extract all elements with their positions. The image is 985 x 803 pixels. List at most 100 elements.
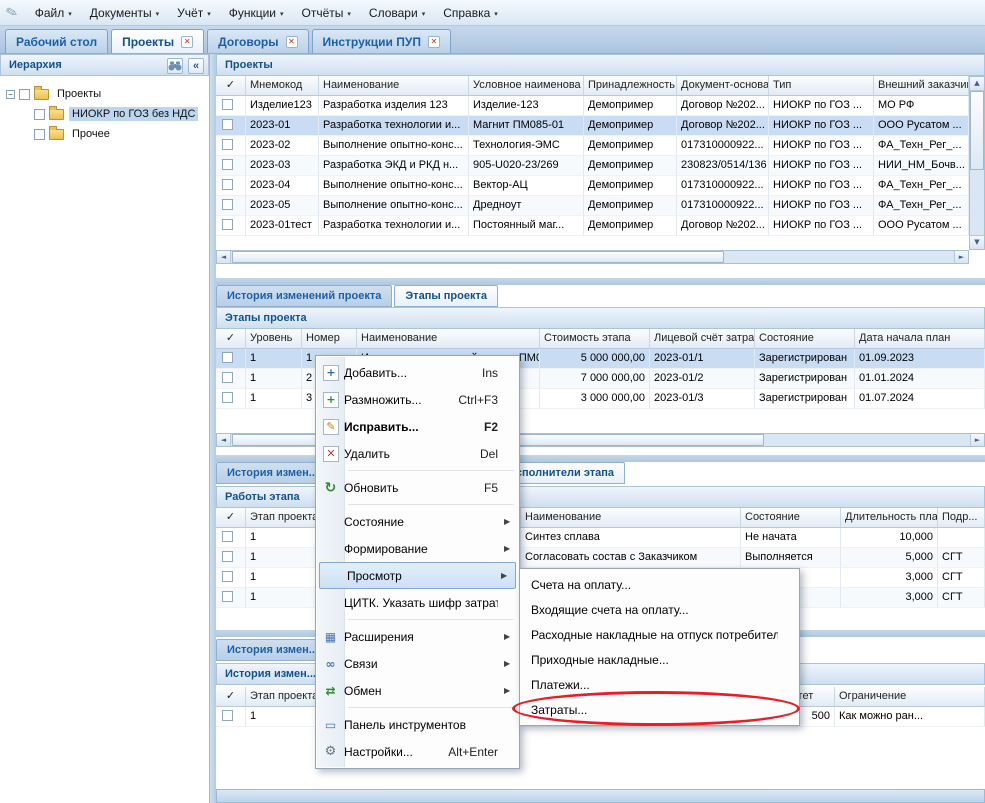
tree-node-label[interactable]: Прочее bbox=[69, 127, 113, 141]
table-cell[interactable]: 905-U020-23/269 bbox=[469, 156, 584, 176]
row-checkbox[interactable] bbox=[222, 531, 233, 542]
table-cell[interactable]: 5,000 bbox=[841, 548, 938, 568]
table-cell[interactable]: Как можно ран... bbox=[835, 707, 985, 727]
column-header[interactable]: Ограничение bbox=[835, 687, 985, 707]
row-checkbox[interactable] bbox=[222, 199, 233, 210]
column-header[interactable]: Внешний заказчик bbox=[874, 76, 969, 96]
table-cell[interactable]: 2023-01/3 bbox=[650, 389, 755, 409]
scroll-up-arrow[interactable]: ▲ bbox=[970, 77, 984, 91]
menu-item-edit[interactable]: ✎Исправить...F2 bbox=[317, 413, 518, 440]
table-cell[interactable]: Разработка изделия 123 bbox=[319, 96, 469, 116]
table-cell[interactable] bbox=[216, 156, 246, 176]
table-row[interactable]: 2023-04Выполнение опытно-конс...Вектор-А… bbox=[216, 176, 969, 196]
table-cell[interactable]: Демопример bbox=[584, 136, 677, 156]
table-cell[interactable]: Зарегистрирован bbox=[755, 369, 855, 389]
row-checkbox[interactable] bbox=[222, 591, 233, 602]
table-cell[interactable]: 230823/0514/136 bbox=[677, 156, 769, 176]
table-cell[interactable]: 2023-05 bbox=[246, 196, 319, 216]
column-header[interactable]: Документ-основан bbox=[677, 76, 769, 96]
column-header[interactable]: Номер bbox=[302, 329, 357, 349]
table-row[interactable]: 2023-02Выполнение опытно-конс...Технолог… bbox=[216, 136, 969, 156]
scrollbar-thumb[interactable] bbox=[232, 251, 724, 263]
column-header[interactable]: Состояние bbox=[741, 508, 841, 528]
table-cell[interactable]: Демопример bbox=[584, 96, 677, 116]
scrollbar-thumb[interactable] bbox=[970, 91, 984, 170]
table-cell[interactable]: Не начата bbox=[741, 528, 841, 548]
table-cell[interactable]: Зарегистрирован bbox=[755, 389, 855, 409]
tree-checkbox[interactable] bbox=[34, 109, 45, 120]
table-cell[interactable]: МО РФ bbox=[874, 96, 969, 116]
table-cell[interactable]: 1 bbox=[246, 389, 302, 409]
tab-project-change-history[interactable]: История изменений проекта bbox=[216, 285, 392, 307]
table-cell[interactable]: Демопример bbox=[584, 116, 677, 136]
horizontal-splitter[interactable] bbox=[216, 278, 985, 285]
menu-item-settings[interactable]: ⚙Настройки...Alt+Enter bbox=[317, 738, 518, 765]
table-cell[interactable]: 017310000922... bbox=[677, 136, 769, 156]
table-cell[interactable]: 2023-03 bbox=[246, 156, 319, 176]
table-cell[interactable]: НИОКР по ГОЗ ... bbox=[769, 156, 874, 176]
tree-node-label[interactable]: НИОКР по ГОЗ без НДС bbox=[69, 107, 198, 121]
table-cell[interactable]: 1 bbox=[246, 349, 302, 369]
table-cell[interactable]: Согласовать состав с Заказчиком bbox=[521, 548, 741, 568]
table-cell[interactable] bbox=[216, 349, 246, 369]
close-icon[interactable]: ✕ bbox=[286, 36, 298, 48]
search-icon[interactable] bbox=[167, 58, 183, 74]
table-cell[interactable]: Демопример bbox=[584, 196, 677, 216]
table-cell[interactable]: СГТ bbox=[938, 548, 985, 568]
table-row[interactable]: 2023-01Разработка технологии и...Магнит … bbox=[216, 116, 969, 136]
column-header[interactable]: Состояние bbox=[755, 329, 855, 349]
table-cell[interactable]: 017310000922... bbox=[677, 176, 769, 196]
column-header[interactable]: Длительность план ▼ bbox=[841, 508, 938, 528]
table-cell[interactable]: НИОКР по ГОЗ ... bbox=[769, 196, 874, 216]
table-cell[interactable]: Вектор-АЦ bbox=[469, 176, 584, 196]
menu-documents[interactable]: Документы▾ bbox=[81, 2, 168, 24]
table-cell[interactable]: ООО Русатом ... bbox=[874, 216, 969, 236]
horizontal-scrollbar[interactable]: ◄ ► bbox=[216, 250, 969, 264]
table-cell[interactable]: Зарегистрирован bbox=[755, 349, 855, 369]
table-cell[interactable]: Разработка технологии и... bbox=[319, 116, 469, 136]
table-cell[interactable]: 2023-04 bbox=[246, 176, 319, 196]
column-header[interactable]: Наименование bbox=[319, 76, 469, 96]
column-header[interactable]: Уровень bbox=[246, 329, 302, 349]
row-checkbox[interactable] bbox=[222, 352, 233, 363]
table-cell[interactable]: Изделие-123 bbox=[469, 96, 584, 116]
table-cell[interactable]: 01.01.2024 bbox=[855, 369, 985, 389]
scroll-right-arrow[interactable]: ► bbox=[954, 251, 968, 263]
table-row[interactable]: 2023-03Разработка ЭКД и РКД н...905-U020… bbox=[216, 156, 969, 176]
column-header[interactable]: Дата начала план bbox=[855, 329, 985, 349]
table-cell[interactable]: Магнит ПМ085-01 bbox=[469, 116, 584, 136]
table-cell[interactable]: 01.09.2023 bbox=[855, 349, 985, 369]
tree-node-projects[interactable]: − Проекты bbox=[0, 84, 209, 104]
table-cell[interactable]: Технология-ЭМС bbox=[469, 136, 584, 156]
column-header[interactable]: Принадлежность bbox=[584, 76, 677, 96]
menu-item-formation[interactable]: Формирование▶ bbox=[317, 535, 518, 562]
table-cell[interactable] bbox=[216, 176, 246, 196]
table-cell[interactable]: 5 000 000,00 bbox=[540, 349, 650, 369]
column-header[interactable]: Лицевой счёт затрат bbox=[650, 329, 755, 349]
table-cell[interactable]: Дредноут bbox=[469, 196, 584, 216]
row-checkbox[interactable] bbox=[222, 392, 233, 403]
close-icon[interactable]: ✕ bbox=[428, 36, 440, 48]
table-cell[interactable] bbox=[216, 707, 246, 727]
row-checkbox[interactable] bbox=[222, 372, 233, 383]
table-row[interactable]: 2023-05Выполнение опытно-конс...Дредноут… bbox=[216, 196, 969, 216]
column-header[interactable]: ✓ bbox=[216, 329, 246, 349]
table-cell[interactable]: НИОКР по ГОЗ ... bbox=[769, 96, 874, 116]
column-header[interactable]: ✓ bbox=[216, 508, 246, 528]
column-header[interactable]: ✓ bbox=[216, 687, 246, 707]
table-cell[interactable]: ООО Русатом ... bbox=[874, 116, 969, 136]
tab-change-history[interactable]: История измен... bbox=[216, 639, 329, 661]
menu-item-payments[interactable]: Платежи... bbox=[521, 672, 798, 697]
table-cell[interactable]: Договор №202... bbox=[677, 216, 769, 236]
table-cell[interactable]: СГТ bbox=[938, 568, 985, 588]
row-checkbox[interactable] bbox=[222, 219, 233, 230]
table-cell[interactable]: 01.07.2024 bbox=[855, 389, 985, 409]
table-cell[interactable] bbox=[216, 196, 246, 216]
menu-item-citk[interactable]: ЦИТК. Указать шифр затрат... bbox=[317, 589, 518, 616]
table-cell[interactable]: Выполнение опытно-конс... bbox=[319, 136, 469, 156]
table-cell[interactable] bbox=[216, 96, 246, 116]
table-cell[interactable] bbox=[216, 568, 246, 588]
column-header[interactable]: ✓ bbox=[216, 76, 246, 96]
table-cell[interactable]: Демопример bbox=[584, 216, 677, 236]
menu-file[interactable]: Файл▾ bbox=[26, 2, 81, 24]
